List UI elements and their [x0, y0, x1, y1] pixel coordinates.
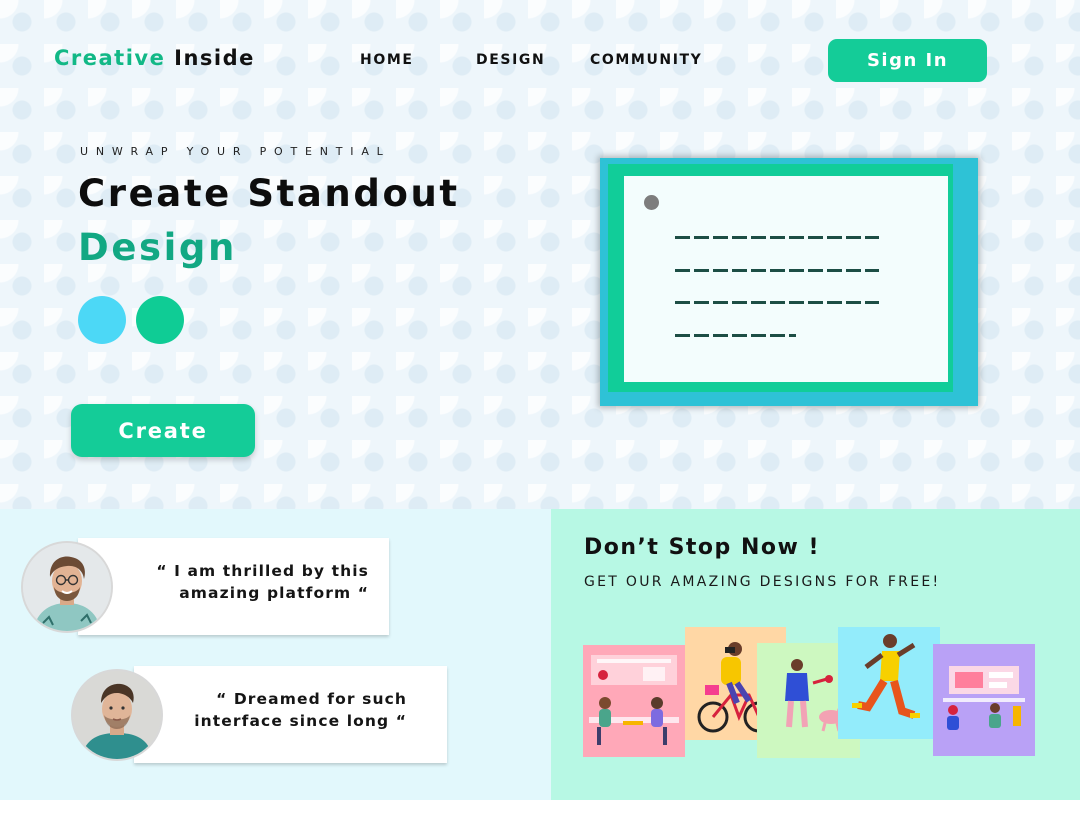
text-placeholder-line [675, 269, 879, 272]
testimonial-card: “ I am thrilled by this amazing platform… [78, 538, 389, 635]
testimonial-quote: “ Dreamed for such interface since long … [194, 688, 407, 732]
avatar-portrait-icon [23, 543, 111, 631]
promo-title: Don’t Stop Now ! [584, 535, 820, 560]
hero-section: Creative Inside HOME DESIGN COMMUNITY Si… [0, 0, 1080, 509]
nav-design-link[interactable]: DESIGN [476, 52, 545, 68]
nav-home-link[interactable]: HOME [360, 52, 414, 68]
brand-logo[interactable]: Creative Inside [54, 46, 255, 70]
runner-illustration-icon [852, 634, 920, 719]
hero-headline-line1: Create Standout [78, 172, 460, 215]
design-tile-runner[interactable] [838, 627, 940, 739]
hero-headline-line2: Design [78, 226, 237, 269]
hero-tagline: UNWRAP YOUR POTENTIAL [80, 145, 391, 158]
avatar-portrait-icon [73, 671, 161, 759]
people-at-table-illustration-icon [589, 655, 679, 745]
promo-subtitle: GET OUR AMAZING DESIGNS FOR FREE! [584, 574, 941, 590]
promo-section: Don’t Stop Now ! GET OUR AMAZING DESIGNS… [551, 509, 1080, 800]
create-button[interactable]: Create [71, 404, 255, 457]
color-swatch-blue[interactable] [78, 296, 126, 344]
testimonial-quote-line: amazing platform “ [179, 584, 369, 602]
testimonial-quote-line: “ I am thrilled by this [156, 562, 369, 580]
testimonial-quote-line: “ Dreamed for such [216, 690, 407, 708]
testimonial-quote-line: interface since long “ [194, 712, 407, 730]
brand-name-part2: Inside [174, 46, 255, 70]
text-placeholder-line [675, 301, 879, 304]
testimonial-card: “ Dreamed for such interface since long … [134, 666, 447, 763]
design-gallery [583, 627, 1043, 762]
brand-name-part1: Creative [54, 46, 166, 70]
text-placeholder-line [675, 334, 796, 337]
testimonials-section: “ I am thrilled by this amazing platform… [0, 509, 551, 800]
pin-icon [644, 195, 659, 210]
color-swatch-green[interactable] [136, 296, 184, 344]
sign-in-button[interactable]: Sign In [828, 39, 987, 82]
testimonial-quote: “ I am thrilled by this amazing platform… [156, 560, 369, 604]
text-placeholder-line [675, 236, 879, 239]
document-paper [624, 176, 948, 382]
avatar [23, 543, 111, 631]
workspace-illustration-icon [943, 666, 1025, 730]
design-tile-people-at-table[interactable] [583, 645, 685, 757]
avatar [73, 671, 161, 759]
document-illustration [600, 158, 978, 406]
design-tile-workspace[interactable] [933, 644, 1035, 756]
nav-community-link[interactable]: COMMUNITY [590, 52, 702, 68]
document-frame [608, 164, 953, 392]
